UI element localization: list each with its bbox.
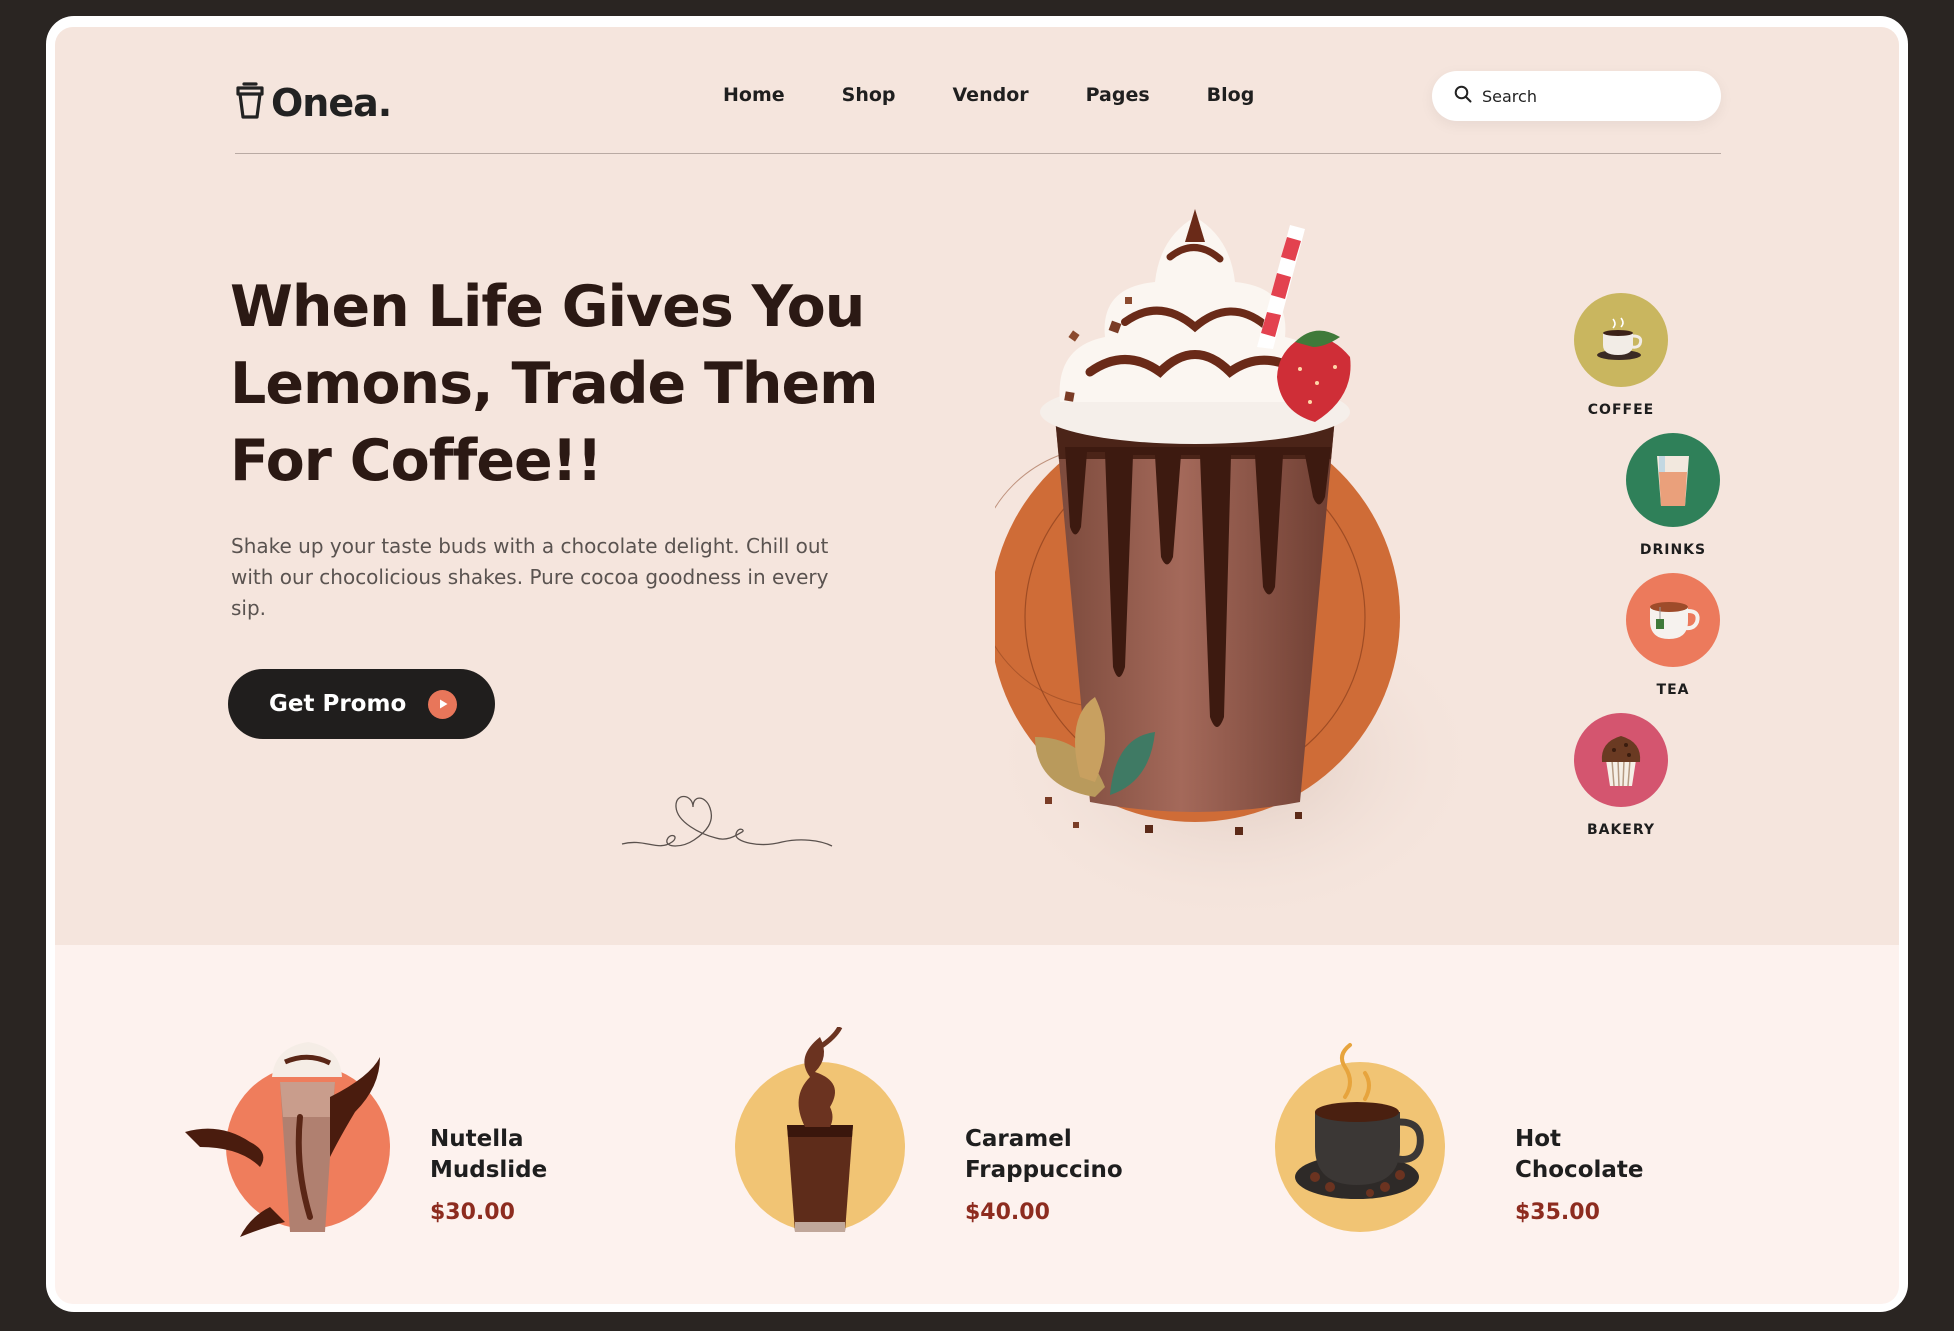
product-price: $35.00 [1515, 1200, 1600, 1225]
category-coffee[interactable]: COFFEE [1556, 293, 1686, 418]
cup-logo-icon [235, 82, 265, 124]
nav-pages[interactable]: Pages [1086, 84, 1150, 106]
product-name: Caramel Frappuccino [965, 1124, 1185, 1186]
hero-headline: When Life Gives You Lemons, Trade Them F… [230, 269, 930, 500]
tea-cup-icon [1626, 573, 1720, 667]
heart-doodle-decoration [621, 795, 833, 847]
product-name: Nutella Mudslide [430, 1124, 650, 1186]
nutella-mudslide-image [185, 1042, 390, 1237]
product-name-line: Chocolate [1515, 1157, 1644, 1183]
category-label: BAKERY [1586, 822, 1656, 838]
play-icon [428, 689, 458, 719]
product-price: $30.00 [430, 1200, 515, 1225]
product-name-line: Hot [1515, 1126, 1562, 1152]
caramel-frappuccino-image [735, 1027, 905, 1232]
headline-line: Lemons, Trade Them [230, 351, 879, 417]
headline-line: When Life Gives You [230, 274, 865, 340]
product-name-line: Frappuccino [965, 1157, 1123, 1183]
product-name-line: Caramel [965, 1126, 1072, 1152]
search-input[interactable] [1482, 86, 1702, 106]
category-label: COFFEE [1587, 402, 1655, 418]
hero-section: Onea. Home Shop Vendor Pages Blog When L… [55, 27, 1899, 945]
chocolate-shake-image [995, 209, 1485, 917]
nav-blog[interactable]: Blog [1207, 84, 1255, 106]
product-name: Hot Chocolate [1515, 1124, 1735, 1186]
hero-description: Shake up your taste buds with a chocolat… [231, 534, 829, 620]
main-nav: Home Shop Vendor Pages Blog [723, 84, 1254, 106]
headline-line: For Coffee!! [230, 428, 603, 494]
product-name-line: Nutella [430, 1126, 524, 1152]
hot-chocolate-image [1275, 1043, 1445, 1232]
coffee-cup-icon [1574, 293, 1668, 387]
category-label: DRINKS [1639, 542, 1707, 558]
drink-glass-icon [1626, 433, 1720, 527]
page: Onea. Home Shop Vendor Pages Blog When L… [55, 27, 1899, 1304]
search-icon [1454, 85, 1472, 107]
get-promo-button[interactable]: Get Promo [228, 669, 495, 739]
logo[interactable]: Onea. [235, 81, 392, 125]
muffin-icon [1574, 713, 1668, 807]
search-box[interactable] [1432, 71, 1721, 121]
brand-name: Onea. [271, 81, 392, 125]
nav-divider [235, 153, 1721, 154]
product-name-line: Mudslide [430, 1157, 548, 1183]
category-tea[interactable]: TEA [1608, 573, 1738, 698]
category-label: TEA [1656, 682, 1690, 698]
category-drinks[interactable]: DRINKS [1608, 433, 1738, 558]
nav-home[interactable]: Home [723, 84, 785, 106]
category-bakery[interactable]: BAKERY [1556, 713, 1686, 838]
nav-vendor[interactable]: Vendor [953, 84, 1029, 106]
nav-shop[interactable]: Shop [842, 84, 896, 106]
get-promo-label: Get Promo [269, 691, 407, 717]
product-price: $40.00 [965, 1200, 1050, 1225]
